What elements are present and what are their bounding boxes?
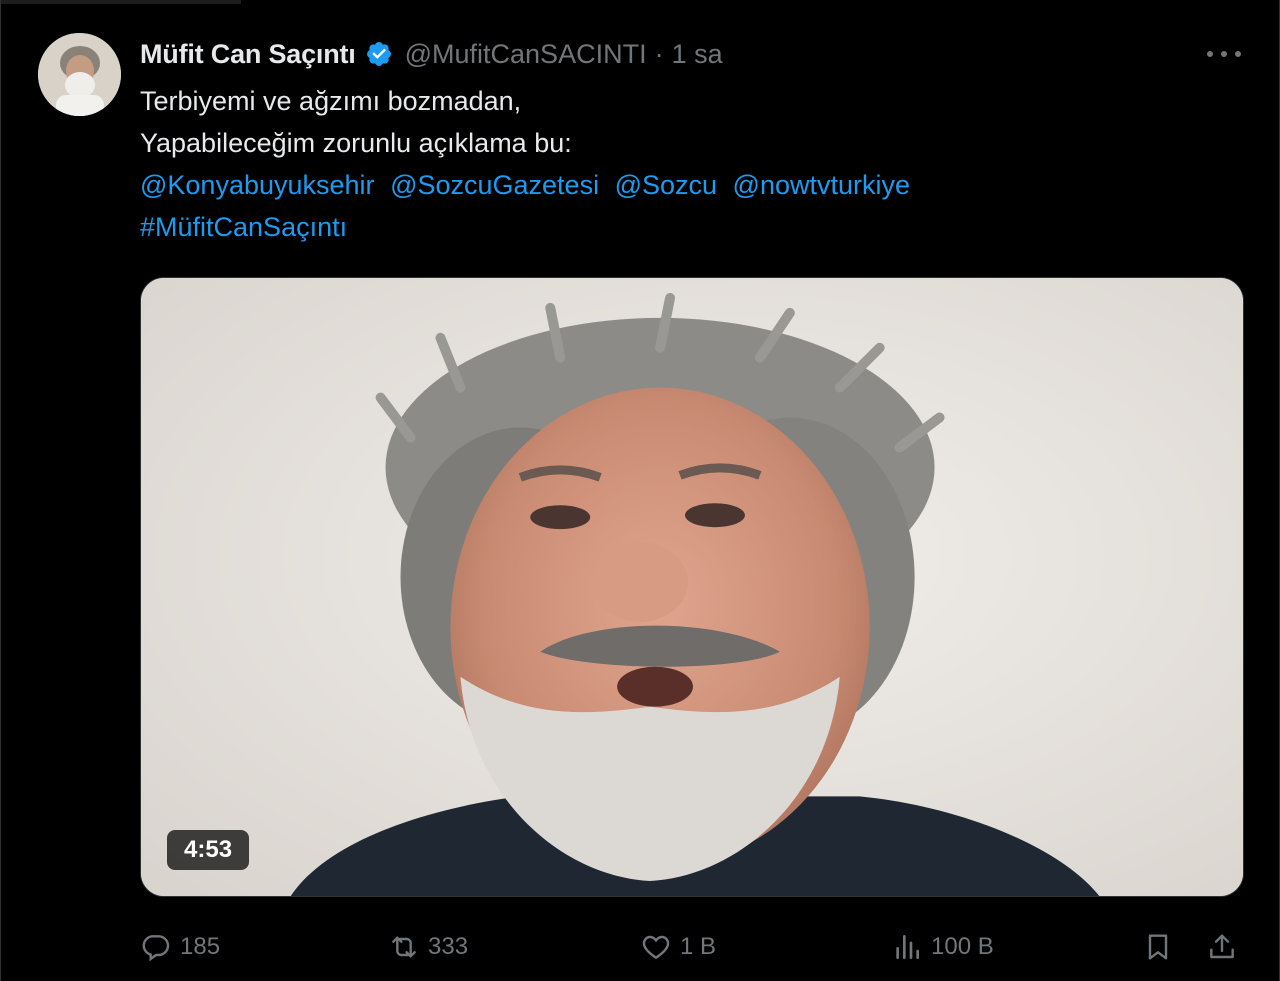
tweet-text: Terbiyemi ve ağzımı bozmadan, Yapabilece…: [140, 80, 1240, 248]
tweet-line-2: Yapabileceğim zorunlu açıklama bu:: [140, 128, 572, 158]
display-name[interactable]: Müfit Can Saçıntı: [140, 39, 356, 70]
bookmark-icon: [1148, 934, 1168, 960]
retweet-icon: [392, 936, 416, 958]
share-button[interactable]: [1206, 925, 1238, 969]
avatar[interactable]: [38, 33, 121, 116]
reply-icon: [142, 935, 170, 962]
video-player[interactable]: 4:53: [140, 277, 1244, 897]
avatar-image: [38, 33, 121, 116]
tweet-card: Müfit Can Saçıntı @MufitCanSACINTI · 1 s…: [0, 0, 1280, 981]
action-bar: 185 333 1 B 100 B: [140, 925, 1244, 969]
mentions-line: @Konyabuyuksehir @SozcuGazetesi @Sozcu @…: [140, 164, 1240, 206]
views-button[interactable]: 100 B: [891, 925, 994, 969]
heart-icon: [642, 935, 670, 960]
mention-sozcu[interactable]: @Sozcu: [615, 170, 717, 200]
mention-sozcugazetesi[interactable]: @SozcuGazetesi: [390, 170, 599, 200]
view-count: 100 B: [931, 933, 994, 960]
retweet-count: 333: [428, 933, 469, 960]
bookmark-button[interactable]: [1142, 925, 1174, 969]
timestamp[interactable]: 1 sa: [672, 39, 723, 70]
video-thumbnail: [141, 278, 1243, 896]
like-count: 1 B: [680, 933, 717, 960]
mention-nowtvturkiye[interactable]: @nowtvturkiye: [733, 170, 910, 200]
mention-konyabuyuksehir[interactable]: @Konyabuyuksehir: [140, 170, 375, 200]
views-chart-icon: [896, 935, 919, 959]
verified-badge-icon: [365, 40, 393, 68]
tweet-header: Müfit Can Saçıntı @MufitCanSACINTI · 1 s…: [140, 34, 723, 74]
share-icon: [1210, 934, 1234, 959]
separator-dot: ·: [654, 38, 664, 69]
user-handle[interactable]: @MufitCanSACINTI: [405, 39, 647, 70]
reply-button[interactable]: 185: [140, 925, 220, 969]
reply-count: 185: [180, 933, 221, 960]
tweet-line-1: Terbiyemi ve ağzımı bozmadan,: [140, 86, 522, 116]
like-button[interactable]: 1 B: [640, 925, 716, 969]
hashtag-line: #MüfitCanSaçıntı: [140, 206, 1240, 248]
top-divider: [1, 0, 241, 4]
retweet-button[interactable]: 333: [388, 925, 468, 969]
video-duration: 4:53: [167, 830, 250, 870]
hashtag-link[interactable]: #MüfitCanSaçıntı: [140, 212, 347, 242]
more-dots-icon[interactable]: [1207, 40, 1241, 68]
